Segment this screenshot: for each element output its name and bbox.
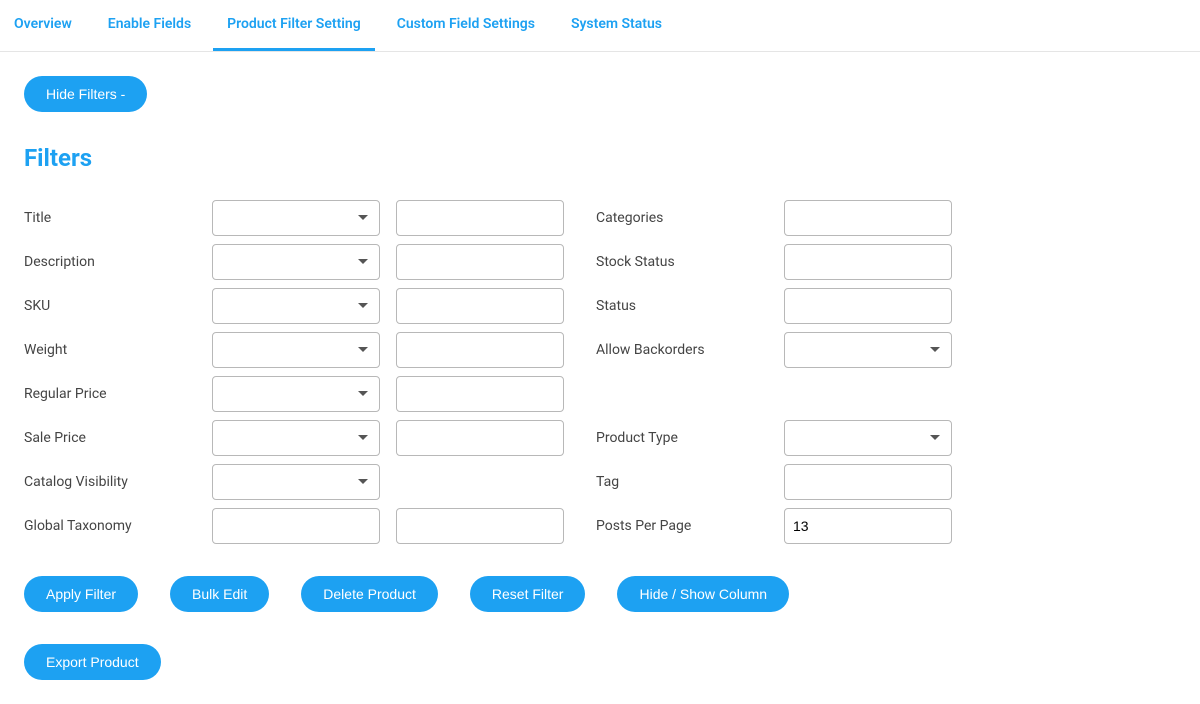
tab-bar: Overview Enable Fields Product Filter Se… <box>0 0 1200 52</box>
sale-price-input[interactable] <box>396 420 564 456</box>
tab-product-filter-setting[interactable]: Product Filter Setting <box>213 0 375 51</box>
delete-product-button[interactable]: Delete Product <box>301 576 438 612</box>
apply-filter-button[interactable]: Apply Filter <box>24 576 138 612</box>
filter-row-status: Status <box>596 288 952 324</box>
content-area: Hide Filters - Filters Title Description… <box>0 52 940 704</box>
global-taxonomy-input-2[interactable] <box>396 508 564 544</box>
filter-row-global-taxonomy: Global Taxonomy <box>24 508 564 544</box>
tab-system-status[interactable]: System Status <box>557 0 676 51</box>
sku-input[interactable] <box>396 288 564 324</box>
allow-backorders-select[interactable] <box>784 332 952 368</box>
hide-show-column-button[interactable]: Hide / Show Column <box>617 576 789 612</box>
filter-row-regular-price: Regular Price <box>24 376 564 412</box>
description-operator-select[interactable] <box>212 244 380 280</box>
filters-grid: Title Description SKU <box>24 200 916 552</box>
filter-label: Product Type <box>596 430 784 446</box>
filter-row-blank <box>596 376 952 412</box>
filter-row-description: Description <box>24 244 564 280</box>
filter-label: SKU <box>24 298 212 314</box>
tab-custom-field-settings[interactable]: Custom Field Settings <box>383 0 549 51</box>
tab-overview[interactable]: Overview <box>0 0 86 51</box>
title-input[interactable] <box>396 200 564 236</box>
filters-heading: Filters <box>24 144 916 172</box>
product-type-select[interactable] <box>784 420 952 456</box>
filter-label: Catalog Visibility <box>24 474 212 490</box>
filter-row-stock-status: Stock Status <box>596 244 952 280</box>
filter-label: Sale Price <box>24 430 212 446</box>
global-taxonomy-input-1[interactable] <box>212 508 380 544</box>
filter-label: Allow Backorders <box>596 342 784 358</box>
tab-enable-fields[interactable]: Enable Fields <box>94 0 205 51</box>
filter-label: Tag <box>596 474 784 490</box>
export-product-button[interactable]: Export Product <box>24 644 161 680</box>
posts-per-page-input[interactable] <box>784 508 952 544</box>
status-input[interactable] <box>784 288 952 324</box>
tag-input[interactable] <box>784 464 952 500</box>
filter-label: Posts Per Page <box>596 518 784 534</box>
sale-price-operator-select[interactable] <box>212 420 380 456</box>
description-input[interactable] <box>396 244 564 280</box>
filter-label: Description <box>24 254 212 270</box>
categories-input[interactable] <box>784 200 952 236</box>
filter-row-posts-per-page: Posts Per Page <box>596 508 952 544</box>
filters-left-column: Title Description SKU <box>24 200 564 552</box>
filter-row-categories: Categories <box>596 200 952 236</box>
stock-status-input[interactable] <box>784 244 952 280</box>
action-bar: Apply Filter Bulk Edit Delete Product Re… <box>24 576 916 680</box>
filter-label: Status <box>596 298 784 314</box>
filter-row-allow-backorders: Allow Backorders <box>596 332 952 368</box>
weight-input[interactable] <box>396 332 564 368</box>
sku-operator-select[interactable] <box>212 288 380 324</box>
filter-label: Title <box>24 210 212 226</box>
regular-price-input[interactable] <box>396 376 564 412</box>
filter-row-weight: Weight <box>24 332 564 368</box>
filter-row-catalog-visibility: Catalog Visibility <box>24 464 564 500</box>
filter-row-tag: Tag <box>596 464 952 500</box>
filters-right-column: Categories Stock Status Status Allow Bac… <box>596 200 952 552</box>
catalog-visibility-select[interactable] <box>212 464 380 500</box>
filter-row-sale-price: Sale Price <box>24 420 564 456</box>
weight-operator-select[interactable] <box>212 332 380 368</box>
filter-row-title: Title <box>24 200 564 236</box>
filter-row-product-type: Product Type <box>596 420 952 456</box>
filter-label: Stock Status <box>596 254 784 270</box>
filter-row-sku: SKU <box>24 288 564 324</box>
toggle-filters-button[interactable]: Hide Filters - <box>24 76 147 112</box>
filter-label: Global Taxonomy <box>24 518 212 534</box>
reset-filter-button[interactable]: Reset Filter <box>470 576 586 612</box>
filter-label: Categories <box>596 210 784 226</box>
bulk-edit-button[interactable]: Bulk Edit <box>170 576 269 612</box>
title-operator-select[interactable] <box>212 200 380 236</box>
regular-price-operator-select[interactable] <box>212 376 380 412</box>
filter-label: Regular Price <box>24 386 212 402</box>
filter-label: Weight <box>24 342 212 358</box>
